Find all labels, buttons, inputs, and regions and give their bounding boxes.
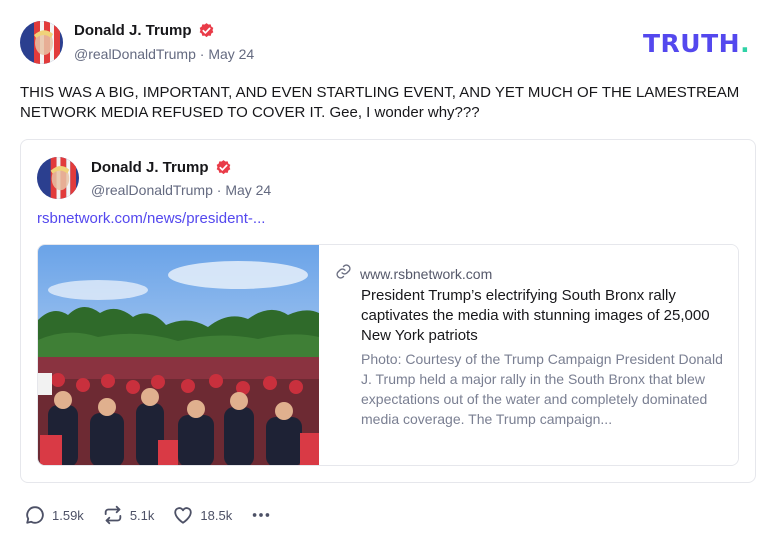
card-description: Photo: Courtesy of the Trump Campaign Pr… (361, 351, 723, 427)
retruth-button[interactable]: 5.1k (102, 504, 155, 526)
quoted-author-handle[interactable]: @realDonaldTrump (91, 182, 213, 198)
verified-check-icon (215, 159, 232, 176)
link-preview-card[interactable]: www.rsbnetwork.com President Trump’s ele… (37, 244, 739, 466)
more-options-button[interactable] (250, 504, 272, 526)
quoted-post-link[interactable]: rsbnetwork.com/news/president-... (37, 210, 265, 227)
reply-count: 1.59k (52, 507, 84, 523)
post-text: THIS WAS A BIG, IMPORTANT, AND EVEN STAR… (20, 84, 740, 121)
quoted-post-date[interactable]: May 24 (225, 182, 271, 198)
post-action-bar: 1.59k 5.1k 18.5k (24, 504, 290, 526)
quoted-post[interactable]: Donald J. Trump @realDonaldTrump · May 2… (20, 139, 756, 483)
meta-separator: · (199, 46, 205, 62)
reply-button[interactable]: 1.59k (24, 504, 84, 526)
author-name[interactable]: Donald J. Trump (74, 22, 192, 39)
verified-check-icon (198, 22, 215, 39)
quoted-author-name[interactable]: Donald J. Trump (91, 159, 209, 176)
meta-separator: · (216, 182, 222, 198)
retruth-icon (102, 504, 124, 526)
card-title: President Trump’s electrifying South Bro… (361, 287, 710, 344)
quoted-author-name-row: Donald J. Trump (91, 159, 232, 176)
reply-bubble-icon (24, 504, 46, 526)
retruth-count: 5.1k (129, 507, 155, 523)
link-card-body: www.rsbnetwork.com President Trump’s ele… (319, 245, 738, 465)
like-count: 18.5k (200, 507, 233, 523)
logo-dot: . (740, 29, 751, 58)
heart-icon (172, 504, 194, 526)
more-dots-icon (250, 504, 272, 526)
card-domain-row: www.rsbnetwork.com (335, 263, 492, 285)
quoted-author-avatar[interactable] (37, 157, 79, 199)
logo-text: TRUTH (643, 29, 741, 58)
author-avatar[interactable] (20, 21, 63, 64)
card-domain: www.rsbnetwork.com (360, 266, 493, 282)
link-icon (335, 263, 352, 285)
quoted-author-meta: @realDonaldTrump · May 24 (91, 182, 271, 198)
author-name-row: Donald J. Trump (74, 22, 215, 39)
author-handle[interactable]: @realDonaldTrump (74, 46, 196, 62)
like-button[interactable]: 18.5k (172, 504, 232, 526)
post-date[interactable]: May 24 (208, 46, 254, 62)
rally-crowd-photo (38, 245, 319, 465)
author-meta: @realDonaldTrump · May 24 (74, 46, 254, 62)
truth-social-logo[interactable]: TRUTH. (643, 29, 750, 58)
